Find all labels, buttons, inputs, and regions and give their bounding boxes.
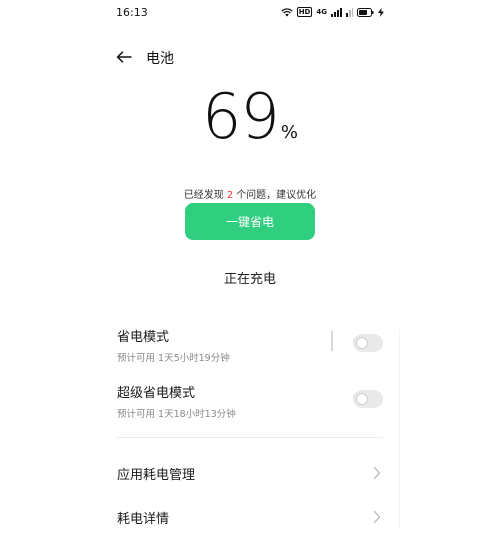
divider-vertical: [331, 331, 333, 351]
app-power-management-item[interactable]: 应用耗电管理: [117, 464, 383, 484]
toggle-knob: [356, 337, 368, 349]
back-button[interactable]: [112, 46, 136, 68]
issues-notice: 已经发现 2 个问题，建议优化: [100, 186, 400, 201]
status-time: 16:13: [116, 6, 148, 19]
section-divider: [117, 437, 383, 438]
page-title: 电池: [146, 51, 174, 67]
signal-tag: 4G: [316, 8, 327, 16]
power-saving-mode-toggle[interactable]: [353, 334, 383, 352]
one-tap-power-save-button[interactable]: 一键省电: [185, 203, 315, 240]
super-power-saving-mode-estimate: 预计可用 1天18小时13分钟: [117, 409, 236, 420]
power-usage-details-label: 耗电详情: [117, 512, 170, 527]
scroll-edge: [399, 330, 400, 530]
status-bar: 16:13 HD 4G: [100, 0, 400, 28]
super-power-saving-mode-row[interactable]: 超级省电模式 预计可用 1天18小时13分钟: [117, 382, 383, 420]
battery-icon: [357, 7, 374, 17]
issues-suffix: 个问题，建议优化: [236, 190, 317, 201]
charging-status: 正在充电: [223, 272, 276, 287]
battery-percentage: 69%: [100, 80, 400, 153]
back-arrow-icon: [116, 51, 132, 63]
charging-bolt-icon: [378, 7, 384, 17]
toggle-knob: [356, 393, 368, 405]
power-saving-mode-row[interactable]: 省电模式 预计可用 1天5小时19分钟: [117, 326, 383, 364]
signal-secondary-icon: [346, 7, 353, 17]
chevron-right-icon: [373, 510, 381, 524]
power-saving-mode-title: 省电模式: [117, 330, 170, 345]
signal-icon: [331, 7, 342, 17]
super-power-saving-mode-toggle[interactable]: [353, 390, 383, 408]
battery-percent-symbol: %: [280, 122, 298, 143]
power-usage-details-item[interactable]: 耗电详情: [117, 508, 383, 528]
chevron-right-icon: [373, 466, 381, 480]
issues-prefix: 已经发现: [183, 190, 224, 201]
app-power-management-label: 应用耗电管理: [117, 468, 196, 483]
hd-icon: HD: [296, 7, 313, 17]
super-power-saving-mode-title: 超级省电模式: [117, 386, 196, 401]
status-icons: HD 4G: [281, 7, 384, 17]
power-saving-mode-estimate: 预计可用 1天5小时19分钟: [117, 353, 230, 364]
battery-percent-value: 69: [201, 80, 280, 153]
phone-screen: 16:13 HD 4G 电池 69 % 已经发现 2 个问题，建议优化 一键省电…: [100, 0, 400, 533]
wifi-icon: [281, 7, 293, 16]
issues-count: 2: [226, 190, 234, 201]
